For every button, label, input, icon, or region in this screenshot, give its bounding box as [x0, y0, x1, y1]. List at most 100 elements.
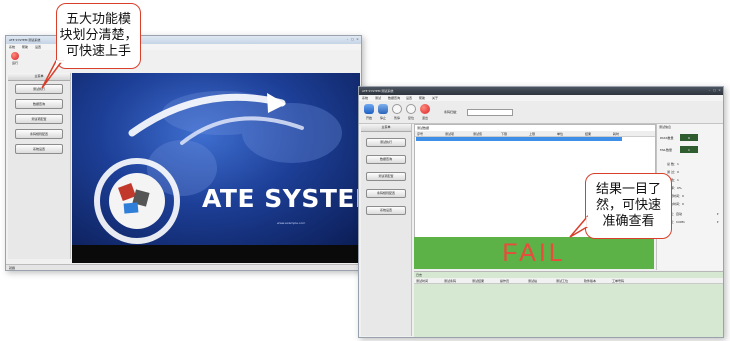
stat-row: 平均时间：0: [667, 202, 684, 206]
banner-footer-bar: [72, 245, 360, 263]
callout-left-line: 可快速上手: [65, 44, 131, 59]
run-button[interactable]: 运行: [10, 52, 20, 68]
right-sidebar: 主菜单 测试执行 数据查询 测试项配置 条码规则配置 系统设置: [361, 124, 412, 336]
toolbar-label: 停止: [379, 116, 386, 120]
table-header-cell: 耗时: [613, 132, 620, 136]
stat-row: 失 败：1: [667, 178, 679, 182]
exit-button[interactable]: 退出: [419, 104, 431, 122]
sidebar-item-settings[interactable]: 系统设置: [15, 144, 63, 154]
log-header-cell: 软件版本: [584, 279, 597, 283]
close-icon[interactable]: ×: [718, 89, 721, 92]
toolbar-label: 暂停: [393, 116, 400, 120]
banner-title: ATE SYSTEM: [202, 185, 360, 213]
minimize-icon[interactable]: –: [708, 89, 711, 92]
refresh-icon: [406, 104, 416, 114]
chevron-down-icon[interactable]: ▾: [717, 220, 721, 224]
barcode-label: 条码扫描：: [444, 110, 460, 114]
fail-count-value: 1: [688, 148, 690, 152]
stat-row: 总 数：1: [667, 162, 679, 166]
banner-url: www.example.com: [277, 221, 306, 225]
table-header-cell: 结果: [585, 132, 592, 136]
menu-item[interactable]: 系统: [362, 96, 374, 100]
table-header-cell: 序号: [417, 132, 424, 136]
toolbar-label: 退出: [421, 116, 428, 120]
menu-item[interactable]: 测试: [375, 96, 387, 100]
sidebar-item-data-query[interactable]: 数据查询: [15, 99, 63, 109]
right-window-title: ATE SYSTEM 测试系统: [362, 89, 394, 93]
callout-right-line: 然，可快速: [595, 198, 661, 213]
log-header-cell: 测试条码: [444, 279, 457, 283]
table-row-selected[interactable]: [416, 137, 622, 141]
fail-count-box: 1: [680, 146, 698, 153]
callout-right: 结果一目了 然，可快速 准确查看: [585, 173, 672, 239]
option-row[interactable]: 端口：COM1: [667, 220, 707, 224]
callout-right-line: 结果一目了: [595, 182, 661, 197]
chevron-down-icon[interactable]: ▾: [717, 212, 721, 216]
menu-item[interactable]: 帮助: [419, 96, 431, 100]
info-title: 测试信息: [659, 125, 672, 129]
sidebar-item-barcode-rules[interactable]: 条码规则配置: [366, 189, 406, 198]
ate-system-banner: ATE SYSTEM www.example.com: [72, 73, 360, 245]
log-header-cell: 测试结果: [472, 279, 485, 283]
table-header-cell: 测试值: [473, 132, 483, 136]
maximize-icon[interactable]: □: [713, 89, 716, 92]
stop-circle-icon: [11, 52, 19, 60]
menu-item[interactable]: 系统: [9, 45, 21, 49]
pause-button[interactable]: 暂停: [391, 104, 403, 122]
toolbar-label: 复位: [407, 116, 414, 120]
sidebar-item-test-config[interactable]: 测试项配置: [366, 172, 406, 181]
menu-item[interactable]: 设置: [406, 96, 418, 100]
shield-icon: [364, 104, 374, 114]
stat-row: 通 过：0: [667, 170, 679, 174]
status-text: 就绪: [9, 266, 16, 270]
barcode-input[interactable]: [467, 109, 513, 116]
callout-right-line: 准确查看: [602, 214, 655, 229]
sidebar-item-test-run[interactable]: 测试执行: [366, 138, 406, 147]
minimize-icon[interactable]: –: [346, 38, 349, 41]
power-icon: [420, 104, 430, 114]
stop-button[interactable]: 停止: [377, 104, 389, 122]
pass-count-value: 0: [688, 136, 690, 140]
reset-button[interactable]: 复位: [405, 104, 417, 122]
sidebar-item-data-query[interactable]: 数据查询: [366, 155, 406, 164]
maximize-icon[interactable]: □: [351, 38, 354, 41]
left-sidebar: 主菜单 测试执行 数据查询 测试项配置 条码规则配置 系统设置: [8, 73, 71, 259]
table-header-cell: 上限: [529, 132, 536, 136]
world-map-graphic: [94, 91, 342, 244]
menu-item[interactable]: 帮助: [22, 45, 34, 49]
log-header-cell: 工单号码: [612, 279, 625, 283]
stat-row: 良 率：0%: [667, 186, 682, 190]
sidebar-item-barcode-rules[interactable]: 条码规则配置: [15, 129, 63, 139]
callout-right-tail: [569, 215, 589, 238]
sidebar-header-label: 主菜单: [381, 125, 391, 129]
sidebar-header: 主菜单: [361, 124, 411, 132]
info-label: PASS数量: [660, 136, 674, 140]
menu-item[interactable]: 数据查询: [388, 96, 404, 100]
log-header-cell: 操作员: [500, 279, 510, 283]
table-header-cell: 下限: [501, 132, 508, 136]
start-button[interactable]: 开始: [363, 104, 375, 122]
callout-left-tail: [41, 60, 64, 89]
log-header-cell: 测试工位: [556, 279, 569, 283]
sidebar-item-test-config[interactable]: 测试项配置: [15, 114, 63, 124]
menu-item[interactable]: 设置: [35, 45, 47, 49]
option-row[interactable]: 模式：自动: [667, 212, 707, 216]
info-label: FAIL数量: [660, 148, 673, 152]
pass-count-box: 0: [680, 134, 698, 141]
result-text: FAIL: [502, 239, 566, 267]
sidebar-item-settings[interactable]: 系统设置: [366, 206, 406, 215]
log-title: 日志: [416, 273, 423, 277]
left-status-bar: 就绪: [6, 264, 361, 270]
log-panel: 日志 测试时间 测试条码 测试结果 操作员 测试站 测试工位 软件版本 工单号码: [414, 271, 723, 337]
log-header-cell: 测试站: [528, 279, 538, 283]
callout-left-line: 块划分清楚，: [59, 28, 138, 43]
menu-item[interactable]: 关于: [432, 96, 444, 100]
toolbar-label: 开始: [365, 116, 372, 120]
close-icon[interactable]: ×: [356, 38, 359, 41]
table-header-cell: 测试项: [445, 132, 455, 136]
gear-icon: [392, 104, 402, 114]
run-button-label: 运行: [11, 61, 18, 65]
right-toolbar: 开始 停止 暂停 复位 退出 条码扫描：: [359, 101, 723, 124]
stat-row: 测试时间：0: [667, 194, 684, 198]
log-header-cell: 测试时间: [416, 279, 429, 283]
